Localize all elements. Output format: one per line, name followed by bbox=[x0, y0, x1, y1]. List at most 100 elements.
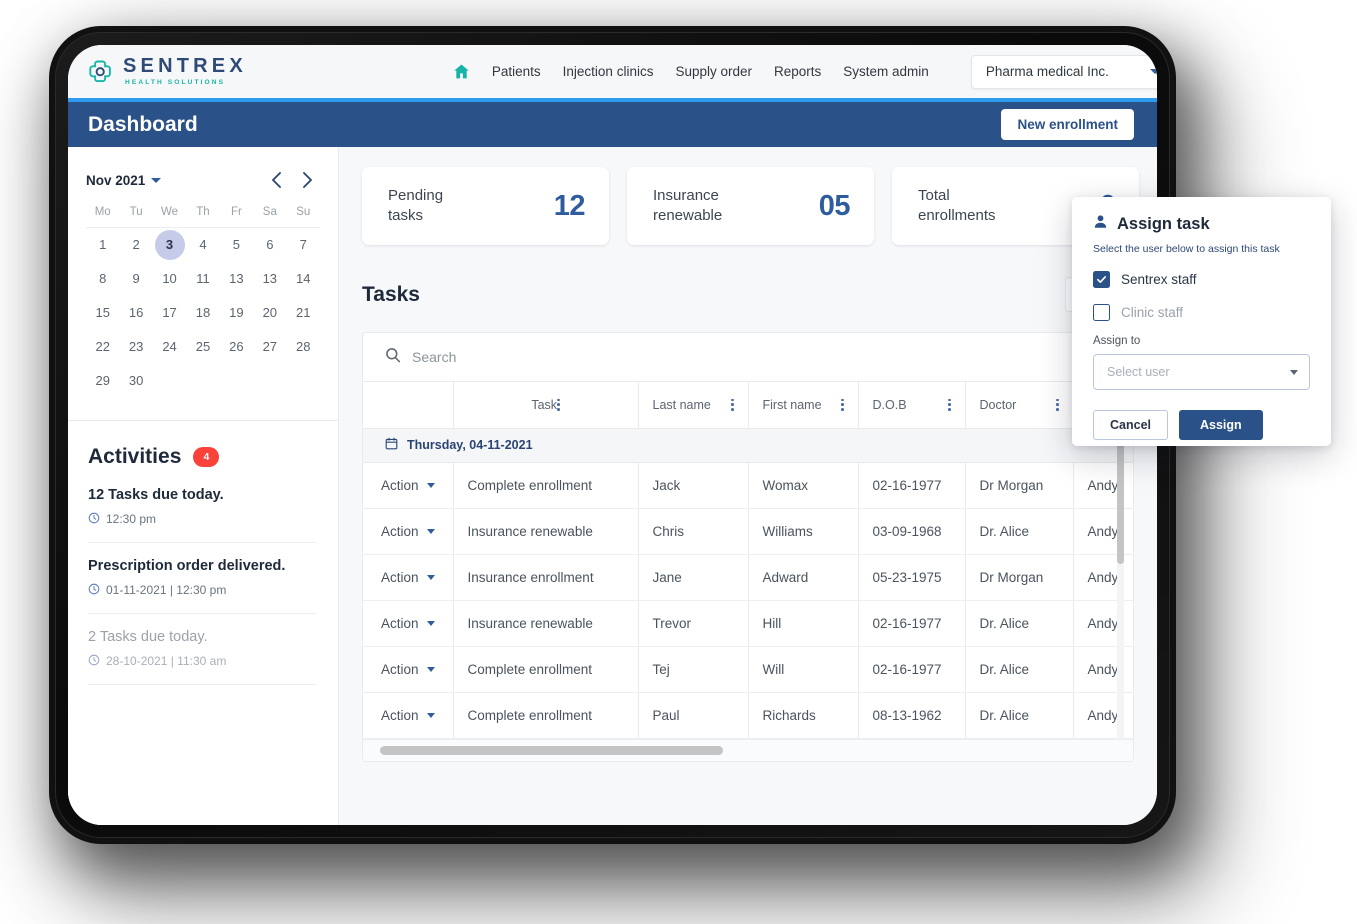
calendar-day[interactable]: 11 bbox=[188, 264, 218, 294]
modal-subtitle: Select the user below to assign this tas… bbox=[1093, 243, 1280, 255]
calendar-day[interactable]: 5 bbox=[221, 230, 251, 260]
calendar-day[interactable]: 18 bbox=[188, 298, 218, 328]
calendar-day[interactable]: 13 bbox=[221, 264, 251, 294]
vertical-scrollbar-thumb[interactable] bbox=[1117, 429, 1124, 564]
calendar-day[interactable]: 30 bbox=[121, 366, 151, 396]
table-row[interactable]: Action Complete enrollment Tej Will 02-16-19… bbox=[363, 646, 1133, 693]
user-select-placeholder: Select user bbox=[1107, 365, 1170, 379]
calendar-next-button[interactable] bbox=[301, 171, 314, 189]
stat-card[interactable]: Pending tasks 12 bbox=[362, 167, 609, 245]
calendar-day[interactable]: 23 bbox=[121, 332, 151, 362]
calendar-day[interactable]: 25 bbox=[188, 332, 218, 362]
row-action-cell[interactable]: Action bbox=[363, 600, 454, 647]
calendar-day[interactable]: 10 bbox=[155, 264, 185, 294]
calendar-day[interactable]: 4 bbox=[188, 230, 218, 260]
activity-item[interactable]: 2 Tasks due today. 28-10-2021 | 11:30 am bbox=[88, 629, 316, 685]
calendar-week-row: 29 30 bbox=[86, 364, 320, 398]
nav-item-system-admin[interactable]: System admin bbox=[843, 64, 929, 79]
column-menu-icon[interactable] bbox=[840, 398, 844, 411]
stat-card[interactable]: Insurance renewable 05 bbox=[627, 167, 874, 245]
cell-task: Insurance renewable bbox=[453, 508, 639, 555]
cell-doctor: Dr Morgan bbox=[965, 462, 1074, 509]
search-row bbox=[363, 333, 1133, 382]
calendar-weekday-mo: Mo bbox=[94, 206, 111, 218]
table-row[interactable]: Action Insurance renewable Trevor Hill 02-16… bbox=[363, 600, 1133, 647]
row-action-label: Action bbox=[381, 569, 419, 585]
row-action-dropdown[interactable]: Action bbox=[381, 524, 439, 539]
calendar-month-selector[interactable]: Nov 2021 bbox=[86, 173, 162, 188]
cell-last-name: Jack bbox=[638, 462, 749, 509]
column-menu-icon[interactable] bbox=[947, 398, 951, 411]
calendar-week-row: 15 16 17 18 19 20 21 bbox=[86, 296, 320, 330]
cell-task: Insurance renewable bbox=[453, 600, 639, 647]
calendar-day[interactable]: 2 bbox=[121, 230, 151, 260]
row-action-dropdown[interactable]: Action bbox=[381, 478, 439, 493]
brand-logo[interactable]: SENTREX HEALTH SOLUTIONS bbox=[88, 56, 247, 87]
calendar-day-cell: 8 bbox=[86, 262, 119, 296]
calendar-day[interactable]: 27 bbox=[255, 332, 285, 362]
calendar-day[interactable]: 9 bbox=[121, 264, 151, 294]
table-row[interactable]: Action Complete enrollment Jack Womax 02-16-… bbox=[363, 462, 1133, 509]
row-action-cell[interactable]: Action bbox=[363, 646, 454, 693]
activity-item[interactable]: 12 Tasks due today. 12:30 pm bbox=[88, 487, 316, 543]
activity-item[interactable]: Prescription order delivered. 01-11-2021 … bbox=[88, 558, 316, 614]
cell-last-name: Jane bbox=[638, 554, 749, 601]
row-action-cell[interactable]: Action bbox=[363, 462, 454, 509]
calendar-day-cell: 3 bbox=[153, 228, 186, 262]
calendar-day[interactable]: 15 bbox=[88, 298, 118, 328]
row-action-dropdown[interactable]: Action bbox=[381, 662, 439, 677]
calendar-day[interactable]: 29 bbox=[88, 366, 118, 396]
calendar-day-cell: 24 bbox=[153, 330, 186, 364]
calendar-day[interactable]: 1 bbox=[88, 230, 118, 260]
organization-selector[interactable]: Pharma medical Inc. bbox=[970, 54, 1157, 89]
checkbox-sentrex-staff[interactable]: Sentrex staff bbox=[1093, 271, 1310, 288]
row-action-dropdown[interactable]: Action bbox=[381, 570, 439, 585]
calendar-day[interactable]: 28 bbox=[288, 332, 318, 362]
activity-meta: 28-10-2021 | 11:30 am bbox=[88, 654, 316, 669]
calendar-day[interactable]: 6 bbox=[255, 230, 285, 260]
calendar-day[interactable]: 26 bbox=[221, 332, 251, 362]
user-select-dropdown[interactable]: Select user bbox=[1093, 354, 1310, 390]
calendar-day[interactable]: 7 bbox=[288, 230, 318, 260]
table-row[interactable]: Action Insurance renewable Chris Williams 03… bbox=[363, 508, 1133, 555]
calendar-day[interactable]: 16 bbox=[121, 298, 151, 328]
calendar-day[interactable]: 24 bbox=[155, 332, 185, 362]
tasks-table: TaskLast nameFirst nameD.O.BDoctorAssign… bbox=[363, 382, 1133, 761]
calendar-day-selected[interactable]: 3 bbox=[154, 229, 185, 260]
nav-item-reports[interactable]: Reports bbox=[774, 64, 821, 79]
cancel-button[interactable]: Cancel bbox=[1093, 410, 1168, 440]
cell-assignee: Andy bbox=[1073, 600, 1133, 647]
new-enrollment-button[interactable]: New enrollment bbox=[1001, 109, 1134, 140]
calendar-day[interactable]: 22 bbox=[88, 332, 118, 362]
checkbox-clinic-staff[interactable]: Clinic staff bbox=[1093, 304, 1310, 321]
calendar-day[interactable]: 21 bbox=[288, 298, 318, 328]
calendar-day-cell: 1 bbox=[86, 228, 119, 262]
row-action-cell[interactable]: Action bbox=[363, 508, 454, 555]
assign-button[interactable]: Assign bbox=[1179, 410, 1263, 440]
calendar-day[interactable]: 20 bbox=[255, 298, 285, 328]
calendar-day[interactable]: 13 bbox=[255, 264, 285, 294]
calendar-day[interactable]: 8 bbox=[88, 264, 118, 294]
row-action-cell[interactable]: Action bbox=[363, 692, 454, 739]
table-row[interactable]: Action Complete enrollment Paul Richards 08-… bbox=[363, 692, 1133, 739]
nav-item-patients[interactable]: Patients bbox=[492, 64, 541, 79]
row-action-dropdown[interactable]: Action bbox=[381, 708, 439, 723]
home-icon[interactable] bbox=[453, 63, 470, 80]
nav-item-supply-order[interactable]: Supply order bbox=[675, 64, 752, 79]
row-action-dropdown[interactable]: Action bbox=[381, 616, 439, 631]
calendar-weekday-fr: Fr bbox=[230, 206, 242, 218]
calendar-prev-button[interactable] bbox=[270, 171, 283, 189]
column-menu-icon[interactable] bbox=[1055, 398, 1059, 411]
table-row[interactable]: Action Insurance enrollment Jane Adward 05-2… bbox=[363, 554, 1133, 601]
horizontal-scrollbar-thumb[interactable] bbox=[380, 746, 723, 755]
assign-task-modal: Assign task Select the user below to ass… bbox=[1072, 197, 1331, 446]
calendar-day[interactable]: 17 bbox=[155, 298, 185, 328]
column-menu-icon[interactable] bbox=[557, 398, 560, 411]
column-menu-icon[interactable] bbox=[730, 398, 734, 411]
row-action-cell[interactable]: Action bbox=[363, 554, 454, 601]
nav-item-injection-clinics[interactable]: Injection clinics bbox=[563, 64, 654, 79]
search-input[interactable] bbox=[412, 349, 712, 365]
calendar-weekday-th: Th bbox=[196, 206, 210, 218]
calendar-day[interactable]: 19 bbox=[221, 298, 251, 328]
calendar-day[interactable]: 14 bbox=[288, 264, 318, 294]
